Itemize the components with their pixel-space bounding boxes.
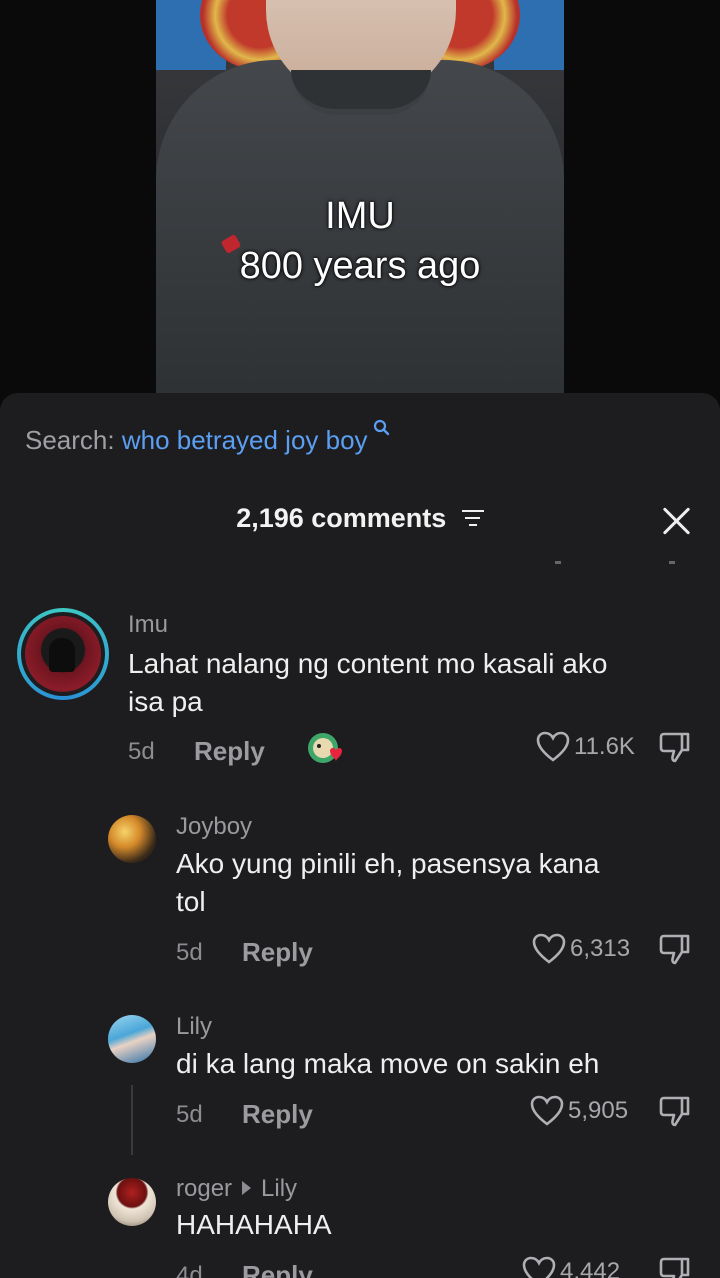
- like-button[interactable]: 5,905: [530, 1095, 628, 1127]
- comment-text-line: Ako yung pinili eh, pasensya kana: [176, 848, 600, 879]
- video-caption-subtitle: 800 years ago: [239, 245, 481, 287]
- dislike-icon[interactable]: [658, 1255, 692, 1278]
- creator-liked-badge-icon: [306, 731, 346, 767]
- comment-age: 5d: [128, 738, 155, 765]
- search-suggestion[interactable]: Search: who betrayed joy boy: [25, 419, 392, 456]
- comment-age: 5d: [176, 939, 203, 966]
- reply-button[interactable]: Reply: [242, 1260, 313, 1278]
- comment-username[interactable]: Imu: [128, 611, 168, 639]
- heart-icon: [532, 933, 566, 964]
- dislike-icon[interactable]: [658, 730, 692, 769]
- comment-username: roger Lily: [176, 1175, 297, 1203]
- comment-text: Lahat nalang ng content mo kasali ako is…: [128, 645, 607, 721]
- reply-button[interactable]: Reply: [194, 736, 265, 767]
- comment-text: Ako yung pinili eh, pasensya kana tol: [176, 845, 599, 921]
- comment-age: 5d: [176, 1101, 203, 1128]
- like-button[interactable]: 4,442: [522, 1256, 620, 1278]
- like-count: 5,905: [568, 1097, 629, 1124]
- comment-text-line: Lahat nalang ng content mo kasali ako: [128, 648, 608, 679]
- like-button[interactable]: 11.6K: [536, 731, 635, 763]
- search-term-link[interactable]: who betrayed joy boy: [122, 425, 368, 455]
- sort-icon[interactable]: [461, 509, 484, 526]
- search-label: Search:: [25, 425, 115, 455]
- reply-to-username[interactable]: Lily: [261, 1175, 297, 1202]
- comments-count: 2,196 comments: [236, 503, 447, 533]
- video-player[interactable]: IMU 800 years ago: [0, 0, 720, 420]
- like-count: 6,313: [570, 935, 631, 962]
- comment-username[interactable]: Joyboy: [176, 813, 252, 841]
- dislike-icon[interactable]: [658, 932, 692, 971]
- avatar[interactable]: [108, 1178, 156, 1226]
- comment-text-line: isa pa: [128, 686, 203, 717]
- heart-icon: [522, 1256, 556, 1278]
- reply-arrow-icon: [242, 1180, 252, 1195]
- avatar[interactable]: [108, 815, 156, 863]
- close-icon[interactable]: [660, 505, 692, 537]
- reply-button[interactable]: Reply: [242, 937, 313, 968]
- dislike-icon[interactable]: [658, 1094, 692, 1133]
- comment-text-line: di ka lang maka move on sakin eh: [176, 1048, 600, 1079]
- avatar[interactable]: [108, 1015, 156, 1063]
- comment-text-line: tol: [176, 886, 206, 917]
- search-icon: [368, 419, 392, 444]
- like-count: 11.6K: [574, 733, 635, 760]
- comment-text: di ka lang maka move on sakin eh: [176, 1045, 599, 1083]
- heart-icon: [530, 1095, 564, 1126]
- like-count: 4,442: [560, 1258, 621, 1278]
- scroll-indicator: [555, 561, 680, 567]
- comments-sheet: Search: who betrayed joy boy 2,196 comme…: [0, 393, 720, 1278]
- comment-age: 4d: [176, 1262, 203, 1278]
- comment-username-link[interactable]: roger: [176, 1175, 232, 1202]
- comments-header: 2,196 comments: [0, 503, 720, 534]
- like-button[interactable]: 6,313: [532, 933, 630, 965]
- avatar[interactable]: [17, 608, 109, 700]
- comment-text: HAHAHAHA: [176, 1206, 332, 1244]
- comment-text-line: HAHAHAHA: [176, 1209, 332, 1240]
- reply-button[interactable]: Reply: [242, 1099, 313, 1130]
- video-caption-title: IMU: [325, 195, 395, 237]
- heart-icon: [536, 731, 570, 762]
- comment-username[interactable]: Lily: [176, 1013, 212, 1041]
- thread-line: [131, 1085, 133, 1155]
